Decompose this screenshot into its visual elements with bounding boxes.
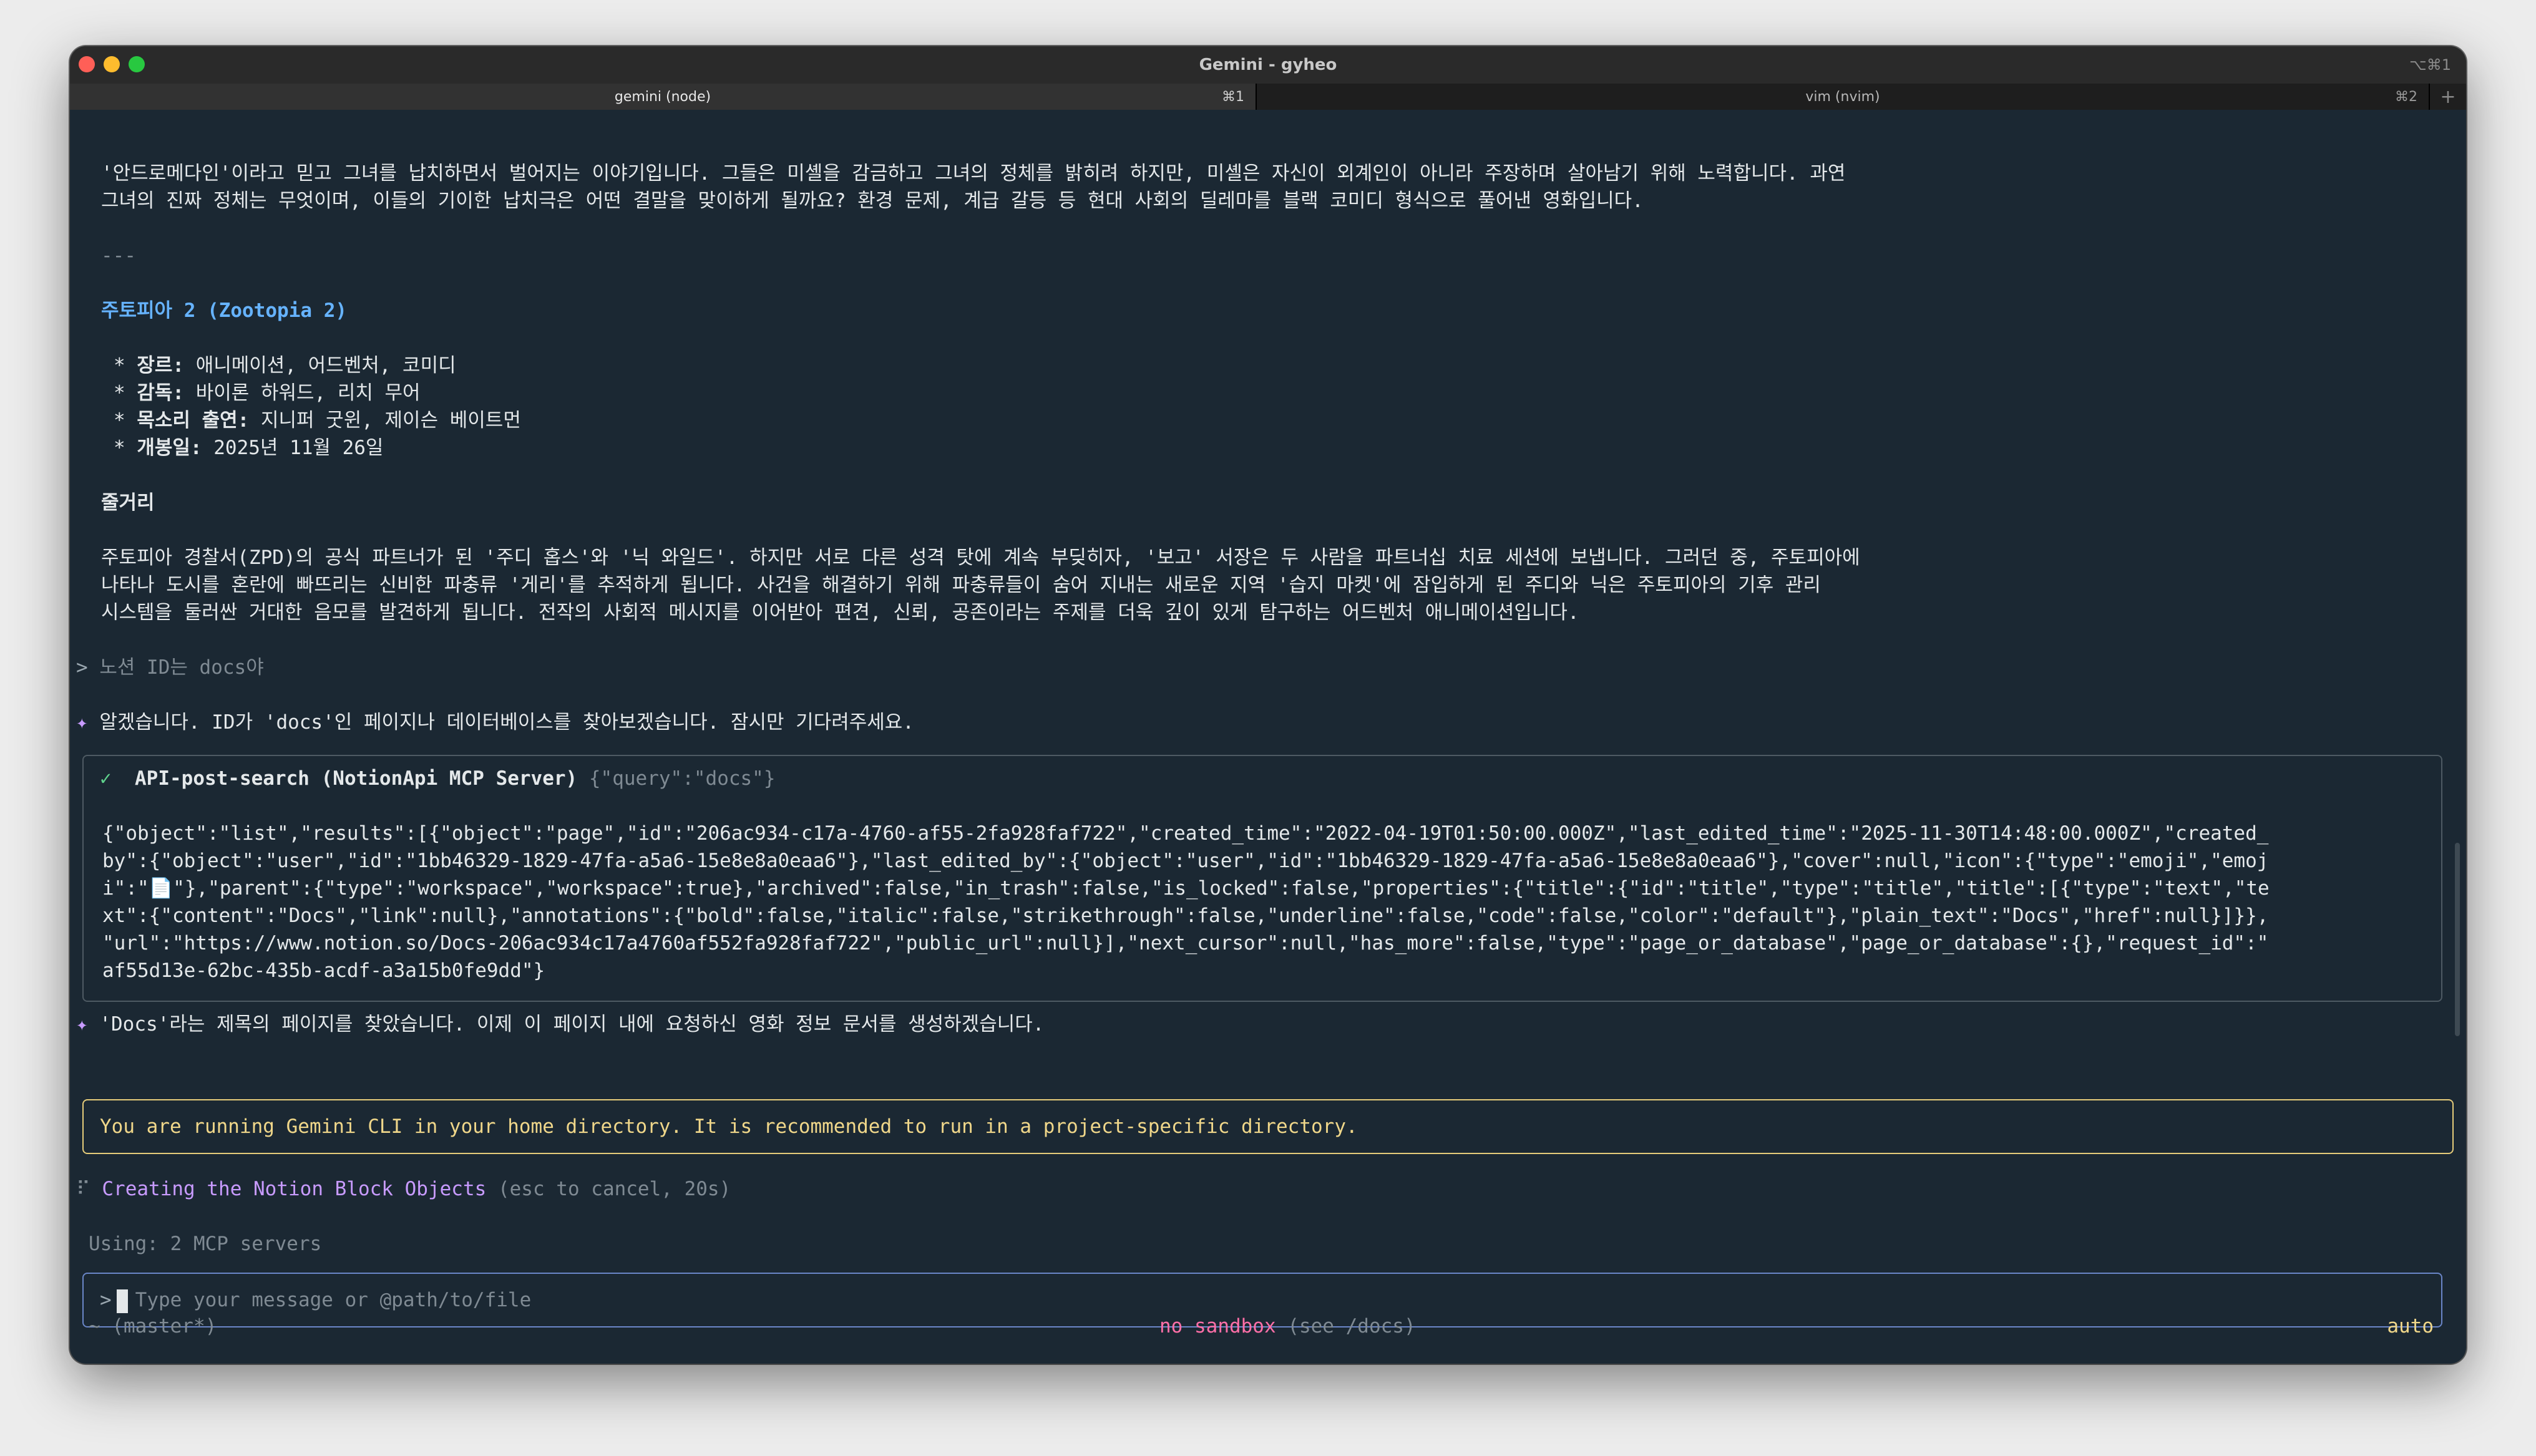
cwd-branch: ~ (master*) [89, 1315, 217, 1337]
detail-item: * 개봉일: 2025년 11월 26일 [114, 434, 383, 462]
tool-args: {"query":"docs"} [588, 767, 776, 790]
window-title: Gemini - gyheo [1199, 56, 1337, 74]
status-task: Creating the Notion Block Objects [102, 1178, 487, 1200]
tab-gemini[interactable]: gemini (node) ⌘1 [70, 84, 1256, 110]
input-line[interactable]: > Type your message or @path/to/file [100, 1286, 531, 1314]
maximize-window-button[interactable] [129, 56, 145, 72]
tool-name: API-post-search (NotionApi MCP Server) [135, 767, 578, 790]
sandbox-hint: (see /docs) [1287, 1315, 1416, 1337]
approval-mode: auto [2387, 1315, 2434, 1337]
warning-text: You are running Gemini CLI in your home … [100, 1115, 1358, 1138]
tab-label: vim (nvim) [1805, 89, 1880, 105]
user-prompt: > 노션 ID는 docs야 [76, 654, 264, 681]
new-tab-button[interactable]: + [2429, 84, 2466, 110]
tool-result-line: af55d13e-62bc-435b-acdf-a3a15b0fe9dd"} [102, 959, 545, 982]
tab-label: gemini (node) [614, 89, 711, 105]
input-prompt: > [100, 1289, 112, 1311]
plot-text: 주토피아 경찰서(ZPD)의 공식 파트너가 된 '주디 홉스'와 '닉 와일드… [101, 546, 1860, 569]
movie-title: 주토피아 2 (Zootopia 2) [101, 299, 348, 322]
detail-label: 장르: [137, 354, 185, 377]
bullet: * [114, 382, 125, 404]
tab-shortcut: ⌘2 [2395, 89, 2417, 105]
input-placeholder: Type your message or @path/to/file [135, 1289, 532, 1311]
prompt-caret: > [76, 656, 88, 679]
tool-call-box: ✓ API-post-search (NotionApi MCP Server)… [82, 755, 2442, 1002]
detail-label: 개봉일: [137, 437, 202, 459]
assistant-message: ✦ 'Docs'라는 제목의 페이지를 찾았습니다. 이제 이 페이지 내에 요… [76, 1011, 1044, 1038]
detail-value: 바이론 하워드, 리치 무어 [184, 382, 421, 404]
detail-item: * 목소리 출연: 지니퍼 굿윈, 제이슨 베이트먼 [114, 407, 521, 434]
assistant-text: 'Docs'라는 제목의 페이지를 찾았습니다. 이제 이 페이지 내에 요청하… [99, 1013, 1045, 1036]
minimize-window-button[interactable] [104, 56, 120, 72]
tool-result-line: by":{"object":"user","id":"1bb46329-1829… [102, 850, 2269, 872]
detail-item: * 감독: 바이론 하워드, 리치 무어 [114, 379, 421, 407]
progress-status: ⠏ Creating the Notion Block Objects (esc… [76, 1175, 731, 1203]
divider: --- [101, 245, 136, 267]
tab-bar: gemini (node) ⌘1 vim (nvim) ⌘2 + [70, 84, 2466, 110]
sandbox-status: no sandbox (see /docs) [1159, 1313, 1416, 1340]
plot-text: 시스템을 둘러싼 거대한 음모를 발견하게 됩니다. 전작의 사회적 메시지를 … [101, 601, 1579, 624]
tab-vim[interactable]: vim (nvim) ⌘2 [1256, 84, 2429, 110]
tool-result-line: "url":"https://www.notion.so/Docs-206ac9… [102, 932, 2269, 954]
intro-text: '안드로메다인'이라고 믿고 그녀를 납치하면서 벌어지는 이야기입니다. 그들… [101, 162, 1846, 185]
window-shortcut: ⌥⌘1 [2409, 56, 2451, 74]
detail-label: 감독: [137, 382, 185, 404]
mcp-status: Using: 2 MCP servers [89, 1233, 322, 1255]
terminal-window: Gemini - gyheo ⌥⌘1 gemini (node) ⌘1 vim … [70, 46, 2466, 1364]
spinner-icon: ⠏ [76, 1178, 90, 1200]
tab-shortcut: ⌘1 [1222, 89, 1244, 105]
gemini-sparkle-icon: ✦ [76, 711, 88, 734]
home-directory-warning: You are running Gemini CLI in your home … [82, 1099, 2454, 1154]
tool-call-header: ✓ API-post-search (NotionApi MCP Server)… [100, 765, 776, 792]
text-cursor [116, 1289, 128, 1313]
detail-label: 목소리 출연: [137, 409, 250, 432]
plot-heading: 줄거리 [101, 492, 155, 514]
bullet: * [114, 409, 125, 432]
detail-item: * 장르: 애니메이션, 어드벤처, 코미디 [114, 352, 456, 379]
tool-result-line: i":"📄"},"parent":{"type":"workspace","wo… [102, 877, 2270, 900]
intro-text: 그녀의 진짜 정체는 무엇이며, 이들의 기이한 납치극은 어떤 결말을 맞이하… [101, 190, 1644, 212]
scrollbar[interactable] [2455, 843, 2460, 1036]
plot-text: 나타나 도시를 혼란에 빠뜨리는 신비한 파충류 '게리'를 추적하게 됩니다.… [101, 574, 1821, 596]
terminal-output: '안드로메다인'이라고 믿고 그녀를 납치하면서 벌어지는 이야기입니다. 그들… [70, 110, 2466, 1364]
assistant-text: 알겠습니다. ID가 'docs'인 페이지나 데이터베이스를 찾아보겠습니다.… [99, 711, 914, 734]
tool-result-line: {"object":"list","results":[{"object":"p… [102, 822, 2269, 845]
close-window-button[interactable] [79, 56, 95, 72]
detail-value: 지니퍼 굿윈, 제이슨 베이트먼 [249, 409, 521, 432]
bullet: * [114, 354, 125, 377]
check-icon: ✓ [100, 767, 112, 790]
bullet: * [114, 437, 125, 459]
status-hint: (esc to cancel, 20s) [497, 1178, 731, 1200]
tool-result-line: xt":{"content":"Docs","link":null},"anno… [102, 905, 2269, 927]
gemini-sparkle-icon: ✦ [76, 1013, 88, 1036]
window-controls [79, 56, 145, 72]
sandbox-label: no sandbox [1159, 1315, 1276, 1337]
assistant-message: ✦ 알겠습니다. ID가 'docs'인 페이지나 데이터베이스를 찾아보겠습니… [76, 709, 914, 736]
detail-value: 2025년 11월 26일 [202, 437, 384, 459]
detail-value: 애니메이션, 어드벤처, 코미디 [184, 354, 456, 377]
user-prompt-text: 노션 ID는 docs야 [99, 656, 264, 679]
title-bar: Gemini - gyheo ⌥⌘1 [70, 46, 2466, 84]
